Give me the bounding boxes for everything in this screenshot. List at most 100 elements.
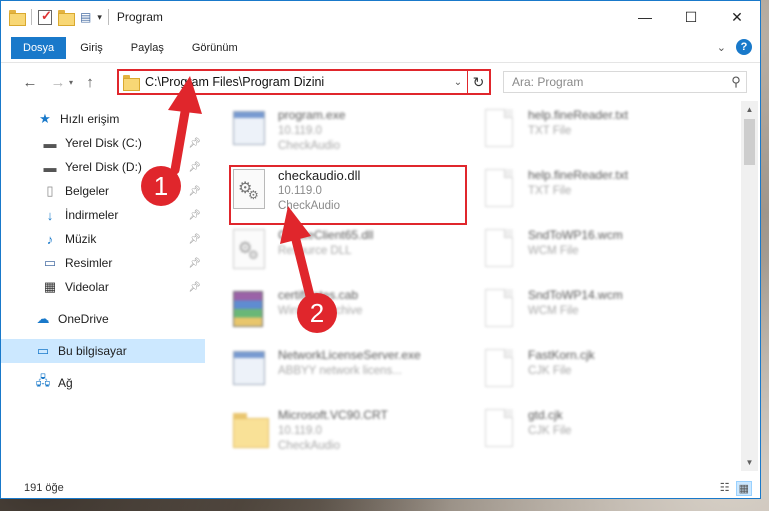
folder-icon bbox=[123, 75, 140, 91]
nav-quick-access[interactable]: ★ Hızlı erişim bbox=[1, 107, 205, 131]
file-type: WCM File bbox=[528, 245, 579, 257]
file-type: Resource DLL bbox=[278, 245, 352, 257]
tiles-view-icon[interactable]: ▦ bbox=[735, 481, 752, 496]
file-company: CheckAudio bbox=[278, 440, 341, 452]
scroll-down-icon[interactable]: ▼ bbox=[741, 454, 758, 471]
file-name: FastKorn.cjk bbox=[528, 348, 595, 362]
list-item[interactable]: program.exe 10.119.0 CheckAudio bbox=[211, 105, 451, 161]
nav-item-local-disk-d[interactable]: ▬ Yerel Disk (D:) 📌︎ bbox=[1, 155, 205, 179]
pin-icon[interactable]: 📌︎ bbox=[188, 186, 201, 197]
nav-item-music[interactable]: ♪ Müzik 📌︎ bbox=[1, 227, 205, 251]
search-input[interactable]: Ara: Program bbox=[504, 75, 726, 89]
file-type: ABBYY network licens... bbox=[278, 365, 402, 377]
file-icon bbox=[481, 229, 517, 271]
list-item[interactable]: SndToWP16.wcm WCM File bbox=[461, 225, 701, 281]
window-title: Program bbox=[116, 10, 163, 24]
nav-item-documents[interactable]: ▯ Belgeler 📌︎ bbox=[1, 179, 205, 203]
text-file-icon bbox=[481, 169, 517, 211]
back-arrow-icon[interactable]: ← bbox=[19, 74, 41, 91]
customize-toolbar-chevron-icon[interactable]: ▾ bbox=[97, 12, 102, 23]
file-name: help.fineReader.txt bbox=[528, 108, 629, 122]
list-item[interactable]: help.fineReader.txt TXT File bbox=[461, 105, 701, 161]
file-type: TXT File bbox=[528, 185, 572, 197]
quick-access-toolbar: ▤ ▾ bbox=[1, 8, 109, 26]
recent-locations-chevron-icon[interactable]: ▾ bbox=[69, 78, 79, 87]
search-box[interactable]: Ara: Program ⚲ bbox=[503, 71, 747, 93]
refresh-icon[interactable]: ↻ bbox=[467, 71, 489, 93]
downloads-icon: ↓ bbox=[46, 207, 54, 223]
file-icon bbox=[481, 289, 517, 331]
nav-this-pc[interactable]: ▭ Bu bilgisayar bbox=[1, 339, 205, 363]
list-item[interactable]: Microsoft.VC90.CRT 10.119.0 CheckAudio bbox=[211, 405, 451, 461]
expand-ribbon-chevron-icon[interactable]: ⌄ bbox=[717, 41, 726, 54]
exe-icon bbox=[231, 349, 267, 391]
file-icon bbox=[481, 349, 517, 391]
vertical-scrollbar[interactable]: ▲ ▼ bbox=[741, 101, 758, 471]
navigation-pane: ★ Hızlı erişim ▬ Yerel Disk (C:) 📌︎ ▬ Ye… bbox=[1, 101, 211, 471]
file-name: CreateClient65.dll bbox=[278, 228, 374, 242]
list-item[interactable]: ⚙ ⚙ CreateClient65.dll Resource DLL bbox=[211, 225, 451, 281]
nav-item-videos[interactable]: ▦ Videolar 📌︎ bbox=[1, 275, 205, 299]
address-bar[interactable]: C:\Program Files\Program Dizini ⌄ ↻ bbox=[117, 69, 491, 95]
scroll-thumb[interactable] bbox=[744, 119, 755, 165]
address-dropdown-icon[interactable]: ⌄ bbox=[449, 77, 467, 88]
nav-label: Resimler bbox=[65, 256, 113, 270]
nav-label: Müzik bbox=[65, 232, 97, 246]
help-icon[interactable]: ? bbox=[736, 39, 752, 55]
file-version: 10.119.0 bbox=[278, 125, 322, 137]
computer-icon: ▭ bbox=[36, 343, 50, 358]
pin-icon[interactable]: 📌︎ bbox=[188, 210, 201, 221]
pin-icon[interactable]: 📌︎ bbox=[188, 234, 201, 245]
nav-label: Bu bilgisayar bbox=[58, 344, 127, 358]
up-arrow-icon[interactable]: ↑ bbox=[79, 74, 101, 91]
list-item[interactable]: certificates.cab WinRAR archive bbox=[211, 285, 451, 341]
drive-icon: ▬ bbox=[43, 135, 57, 151]
cloud-icon: ☁ bbox=[36, 311, 50, 326]
nav-item-pictures[interactable]: ▭ Resimler 📌︎ bbox=[1, 251, 205, 275]
nav-item-local-disk-c[interactable]: ▬ Yerel Disk (C:) 📌︎ bbox=[1, 131, 205, 155]
list-item[interactable]: FastKorn.cjk CJK File bbox=[461, 345, 701, 401]
file-name: gtd.cjk bbox=[528, 408, 563, 422]
music-icon: ♪ bbox=[46, 231, 54, 247]
nav-item-downloads[interactable]: ↓ İndirmeler 📌︎ bbox=[1, 203, 205, 227]
pin-icon[interactable]: 📌︎ bbox=[188, 162, 201, 173]
file-type: CJK File bbox=[528, 425, 572, 437]
videos-icon: ▦ bbox=[43, 279, 57, 294]
tab-home[interactable]: Giriş bbox=[66, 37, 117, 59]
close-button[interactable]: ✕ bbox=[714, 1, 760, 33]
maximize-button[interactable]: ☐ bbox=[668, 1, 714, 33]
pin-icon[interactable]: 📌︎ bbox=[188, 138, 201, 149]
view-toggles: ☷ ▦ bbox=[720, 481, 752, 496]
folder-icon[interactable] bbox=[9, 10, 26, 26]
status-bar: 191 öğe ☷ ▦ bbox=[1, 477, 760, 498]
ribbon-tabs: Dosya Giriş Paylaş Görünüm ⌄ ? bbox=[1, 33, 760, 63]
list-item[interactable]: gtd.cjk CJK File bbox=[461, 405, 701, 461]
file-icon bbox=[481, 409, 517, 451]
pin-icon[interactable]: 📌︎ bbox=[188, 282, 201, 293]
pin-icon[interactable]: 📌︎ bbox=[188, 258, 201, 269]
nav-label: Belgeler bbox=[65, 184, 110, 198]
new-folder-icon[interactable] bbox=[58, 10, 75, 26]
file-name: program.exe bbox=[278, 108, 346, 122]
view-icon[interactable]: ▤ bbox=[80, 10, 91, 24]
list-item[interactable]: SndToWP14.wcm WCM File bbox=[461, 285, 701, 341]
search-icon[interactable]: ⚲ bbox=[726, 74, 746, 90]
highlight-box bbox=[229, 165, 467, 225]
details-view-icon[interactable]: ☷ bbox=[720, 481, 730, 496]
scroll-up-icon[interactable]: ▲ bbox=[741, 101, 758, 118]
nav-network[interactable]: 🖧︎ Ağ bbox=[1, 371, 205, 395]
forward-arrow-icon[interactable]: → bbox=[47, 74, 69, 91]
list-item[interactable]: NetworkLicenseServer.exe ABBYY network l… bbox=[211, 345, 451, 401]
nav-label: İndirmeler bbox=[65, 208, 119, 222]
archive-icon bbox=[231, 289, 267, 331]
address-path[interactable]: C:\Program Files\Program Dizini bbox=[145, 75, 449, 89]
minimize-button[interactable]: — bbox=[622, 1, 668, 33]
nav-onedrive[interactable]: ☁ OneDrive bbox=[1, 307, 205, 331]
explorer-window: ▤ ▾ Program — ☐ ✕ Dosya Giriş Paylaş Gör… bbox=[0, 0, 761, 499]
tab-view[interactable]: Görünüm bbox=[178, 37, 252, 59]
properties-icon[interactable] bbox=[38, 8, 52, 25]
file-name: SndToWP16.wcm bbox=[528, 228, 623, 242]
tab-share[interactable]: Paylaş bbox=[117, 37, 178, 59]
list-item[interactable]: help.fineReader.txt TXT File bbox=[461, 165, 701, 221]
tab-file[interactable]: Dosya bbox=[11, 36, 67, 59]
